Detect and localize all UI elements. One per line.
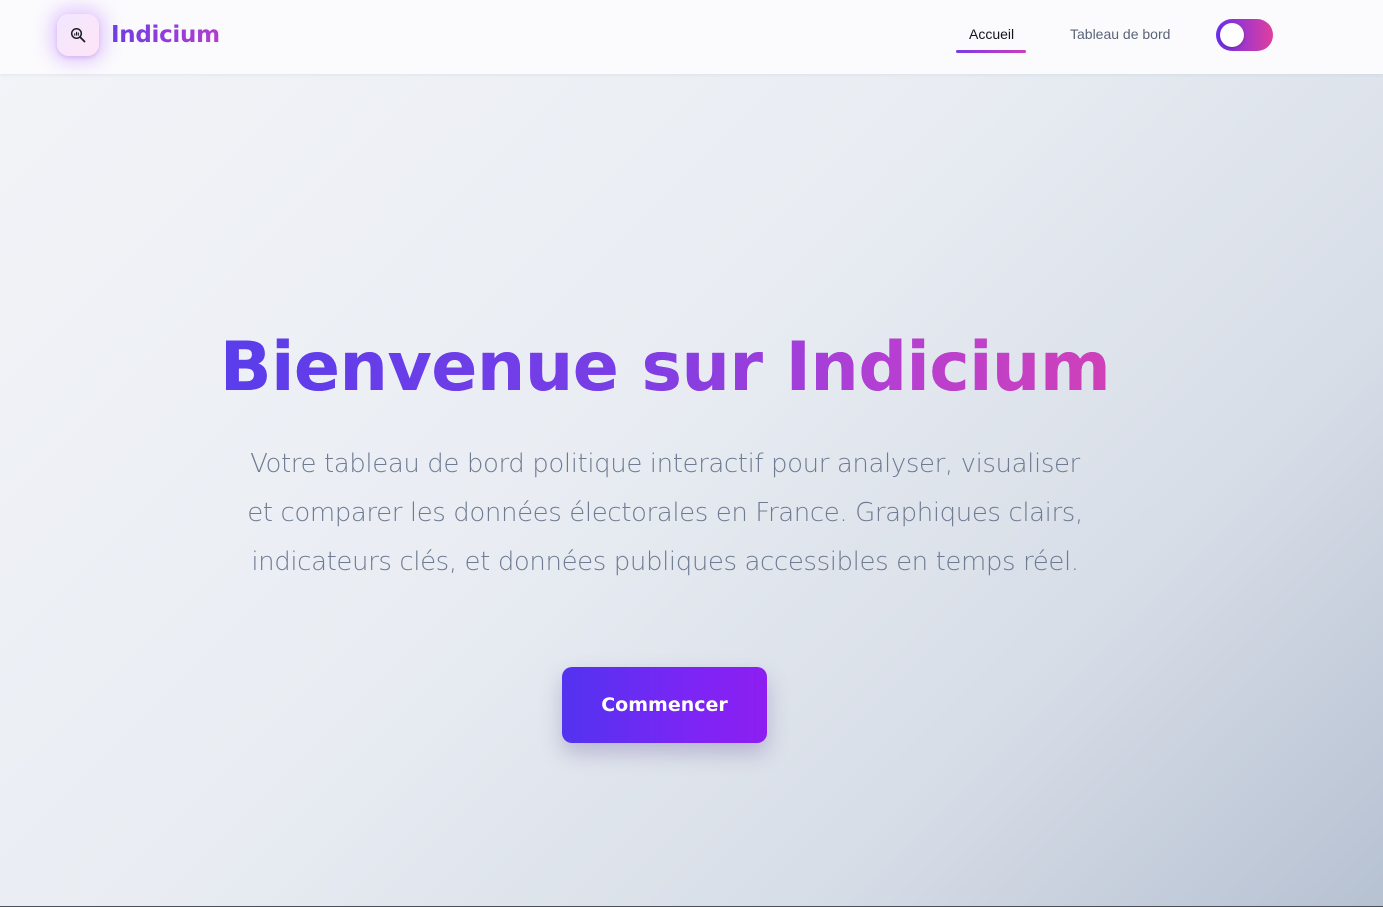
- chart-search-icon: [70, 27, 86, 43]
- theme-toggle-switch[interactable]: [1216, 19, 1273, 51]
- hero-subtitle: Votre tableau de bord politique interact…: [247, 449, 1083, 577]
- hero-section: Bienvenue sur Indicium Votre tableau de …: [0, 74, 1383, 907]
- hero-title: Bienvenue sur Indicium: [0, 326, 1330, 410]
- nav-link-tableau-de-bord[interactable]: Tableau de bord: [1070, 26, 1170, 42]
- active-nav-indicator: [956, 50, 1026, 53]
- hero-title-text: Bienvenue sur Indicium: [220, 326, 1111, 410]
- logo-badge: [57, 14, 99, 56]
- nav-link-accueil[interactable]: Accueil: [969, 26, 1014, 42]
- toggle-knob: [1220, 23, 1244, 47]
- top-navbar: Indicium Accueil Tableau de bord: [0, 0, 1383, 74]
- commencer-button[interactable]: Commencer: [562, 667, 767, 743]
- brand-name: Indicium: [111, 22, 220, 48]
- brand-home-link[interactable]: Indicium: [57, 14, 220, 56]
